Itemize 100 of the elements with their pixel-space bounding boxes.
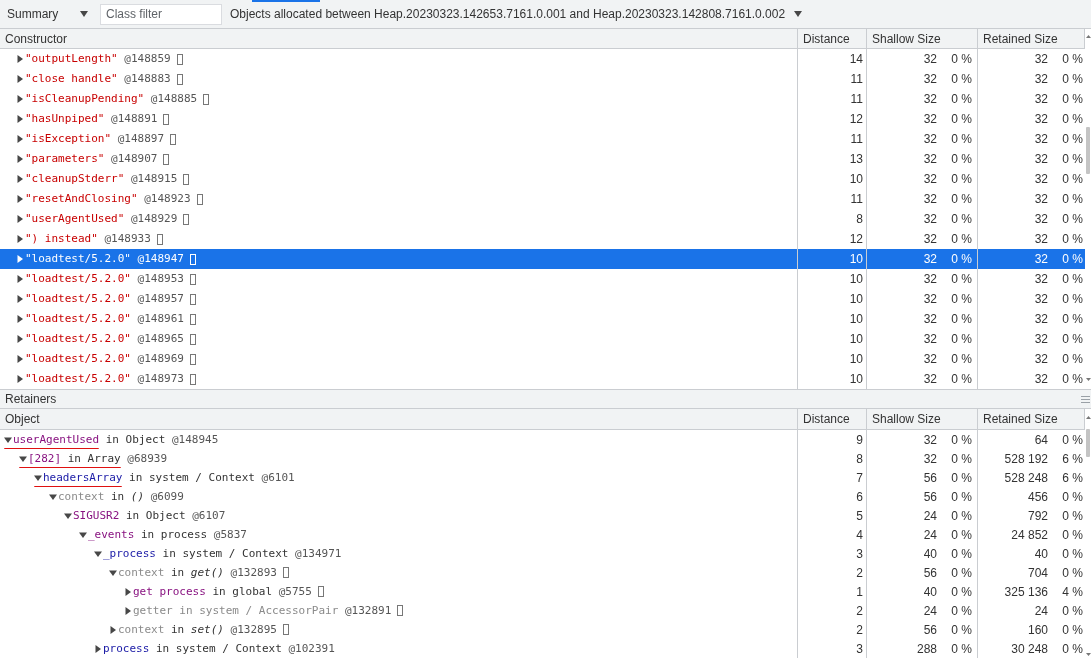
caret-right-icon[interactable] — [16, 175, 24, 183]
rectangle-icon[interactable] — [189, 353, 196, 365]
caret-right-icon[interactable] — [16, 155, 24, 163]
property-name[interactable]: userAgentUsed — [13, 432, 100, 447]
distance-value: 3 — [856, 546, 863, 561]
column-header[interactable]: Shallow Size — [867, 29, 978, 48]
caret-down-icon[interactable] — [64, 511, 72, 520]
rectangle-icon[interactable] — [203, 93, 210, 105]
scrollbar-thumb[interactable] — [1086, 429, 1090, 457]
scroll-down-arrow-icon[interactable] — [1085, 378, 1091, 381]
rectangle-icon[interactable] — [163, 153, 170, 165]
distance-value: 10 — [849, 292, 863, 306]
percent-value: 0 % — [951, 292, 972, 306]
percent-value: 0 % — [1062, 172, 1083, 186]
caret-right-icon[interactable] — [16, 75, 24, 83]
property-name[interactable]: context — [118, 622, 165, 637]
caret-right-icon[interactable] — [16, 55, 24, 63]
rectangle-icon[interactable] — [189, 373, 196, 385]
rectangle-icon[interactable] — [189, 293, 196, 305]
percent-value: 6 % — [1062, 451, 1083, 466]
caret-right-icon[interactable] — [16, 295, 24, 303]
percent-value: 0 % — [1062, 192, 1083, 206]
caret-right-icon[interactable] — [16, 195, 24, 203]
column-header[interactable]: Distance — [798, 409, 867, 429]
property-name[interactable]: _process — [103, 546, 156, 561]
rectangle-icon[interactable] — [189, 313, 196, 325]
caret-right-icon[interactable] — [16, 375, 24, 383]
caret-right-icon[interactable] — [109, 625, 117, 634]
rectangle-icon[interactable] — [196, 193, 203, 205]
rectangle-icon[interactable] — [183, 173, 190, 185]
caret-down-icon[interactable] — [4, 435, 12, 444]
caret-right-icon[interactable] — [16, 255, 24, 263]
percent-value: 0 % — [951, 172, 972, 186]
caret-right-icon[interactable] — [16, 335, 24, 343]
menu-icon[interactable] — [1081, 395, 1090, 403]
rectangle-icon[interactable] — [317, 586, 324, 597]
object-id: @148929 — [130, 212, 178, 226]
caret-right-icon[interactable] — [124, 606, 132, 615]
rectangle-icon[interactable] — [189, 333, 196, 345]
snapshot-range-select[interactable]: Objects allocated between Heap.20230323.142653.7161.0.001 and Heap.20230323.142808.7161.0.002 — [222, 3, 807, 25]
column-header[interactable]: Constructor — [0, 29, 798, 48]
scrollbar-thumb[interactable] — [1086, 127, 1090, 174]
rectangle-icon[interactable] — [282, 624, 289, 635]
owner-class: in system / Context — [162, 546, 289, 561]
caret-right-icon[interactable] — [16, 95, 24, 103]
percent-value: 0 % — [1062, 489, 1083, 504]
caret-down-icon[interactable] — [79, 530, 87, 539]
rectangle-icon[interactable] — [183, 213, 190, 225]
view-select[interactable]: Summary — [0, 3, 92, 25]
percent-value: 0 % — [951, 489, 972, 504]
property-name[interactable]: SIGUSR2 — [73, 508, 120, 523]
rectangle-icon[interactable] — [189, 273, 196, 285]
column-header[interactable]: Object — [0, 409, 798, 429]
rectangle-icon[interactable] — [163, 113, 170, 125]
rectangle-icon[interactable] — [170, 133, 177, 145]
size-value: 32 — [923, 72, 937, 86]
owner-class: in system / Context — [155, 641, 282, 656]
caret-right-icon[interactable] — [16, 235, 24, 243]
caret-right-icon[interactable] — [16, 135, 24, 143]
caret-right-icon[interactable] — [16, 115, 24, 123]
caret-right-icon[interactable] — [94, 644, 102, 653]
property-name[interactable]: getter — [133, 603, 173, 618]
caret-down-icon[interactable] — [94, 549, 102, 558]
caret-right-icon[interactable] — [16, 355, 24, 363]
caret-right-icon[interactable] — [124, 587, 132, 596]
property-name[interactable]: [282] — [28, 451, 62, 466]
string-value: "close handle" — [25, 72, 118, 86]
rectangle-icon[interactable] — [176, 73, 183, 85]
property-name[interactable]: get process — [133, 584, 206, 599]
column-header[interactable]: Distance — [798, 29, 867, 48]
size-value: 24 852 — [1011, 527, 1048, 542]
rectangle-icon[interactable] — [156, 233, 163, 245]
rectangle-icon[interactable] — [397, 605, 404, 616]
scroll-down-arrow-icon[interactable] — [1085, 653, 1091, 656]
distance-value: 7 — [856, 470, 863, 485]
caret-down-icon[interactable] — [109, 568, 117, 577]
class-filter-field[interactable]: Class filter — [100, 3, 222, 25]
caret-down-icon[interactable] — [19, 454, 27, 463]
caret-down-icon[interactable] — [34, 473, 42, 482]
object-id: @5837 — [213, 527, 247, 542]
caret-right-icon[interactable] — [16, 315, 24, 323]
caret-down-icon[interactable] — [49, 492, 57, 501]
column-header[interactable]: Shallow Size — [867, 409, 978, 429]
caret-right-icon[interactable] — [16, 275, 24, 283]
size-value: 32 — [1034, 212, 1048, 226]
rectangle-icon[interactable] — [176, 53, 183, 65]
scroll-up-arrow-icon[interactable] — [1085, 35, 1091, 38]
caret-right-icon[interactable] — [16, 215, 24, 223]
property-name[interactable]: _events — [88, 527, 135, 542]
distance-value: 2 — [856, 565, 863, 580]
property-name[interactable]: context — [58, 489, 105, 504]
distance-value: 10 — [849, 312, 863, 326]
size-value: 32 — [1034, 252, 1048, 266]
object-id: @134971 — [295, 546, 342, 561]
rectangle-icon[interactable] — [282, 567, 289, 578]
scroll-up-arrow-icon[interactable] — [1085, 416, 1091, 419]
table-row[interactable]: "loadtest/5.2.0" @148947 10 32 0 % 32 0 % — [0, 249, 1085, 269]
property-name[interactable]: context — [118, 565, 165, 580]
property-name[interactable]: headersArray — [43, 470, 123, 485]
property-name[interactable]: process — [103, 641, 150, 656]
